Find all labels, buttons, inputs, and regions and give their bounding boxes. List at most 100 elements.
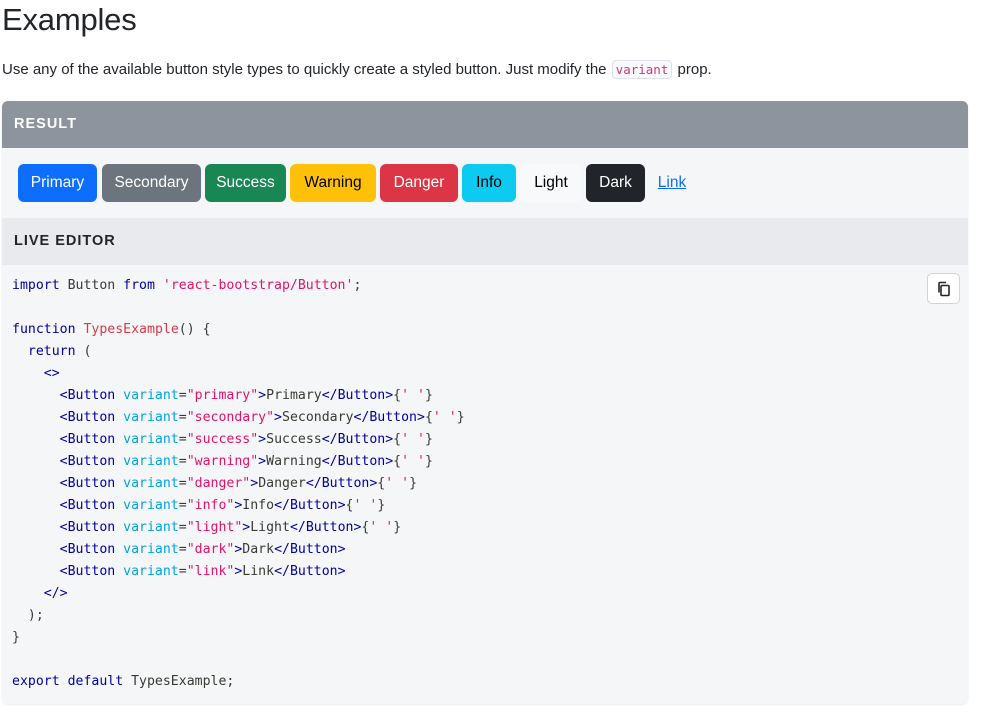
code-line: <Button variant="secondary">Secondary</B… <box>12 407 465 429</box>
code-token: = <box>178 432 187 447</box>
warning-button[interactable]: Warning <box>290 164 376 202</box>
code-token: } <box>12 630 20 645</box>
code-token: > <box>274 410 282 425</box>
code-token: <> <box>43 366 60 381</box>
page-title: Examples <box>2 2 137 37</box>
code-line: <> <box>12 363 465 385</box>
code-token: = <box>178 520 187 535</box>
code-token: } <box>393 520 402 535</box>
code-token: </Button> <box>321 454 394 469</box>
code-editor[interactable]: import Button from 'react-bootstrap/Butt… <box>12 275 465 693</box>
code-token: <Button <box>59 410 116 425</box>
code-token: <Button <box>59 476 116 491</box>
code-token: <Button <box>59 542 116 557</box>
code-token: variant <box>123 520 179 535</box>
code-token: "success" <box>186 432 259 447</box>
code-token: from <box>123 278 155 293</box>
code-line: <Button variant="dark">Dark</Button> <box>12 539 465 561</box>
code-token: TypesExample <box>123 674 227 689</box>
code-line: </> <box>12 583 465 605</box>
code-token: <Button <box>59 454 116 469</box>
code-token: ' ' <box>432 410 457 425</box>
code-token: { <box>393 388 402 403</box>
code-token: } <box>377 498 386 513</box>
code-line: ); <box>12 605 465 627</box>
code-token: = <box>178 498 187 513</box>
code-line: <Button variant="warning">Warning</Butto… <box>12 451 465 473</box>
code-token: > <box>258 454 267 469</box>
live-editor[interactable]: import Button from 'react-bootstrap/Butt… <box>2 265 968 704</box>
code-line: <Button variant="danger">Danger</Button>… <box>12 473 465 495</box>
code-token: Warning <box>266 454 322 469</box>
light-button[interactable]: Light <box>520 164 582 202</box>
code-token: "danger" <box>186 476 251 491</box>
intro-text: Use any of the available button style ty… <box>2 60 712 80</box>
code-token: </Button> <box>321 432 394 447</box>
code-token: Secondary <box>282 410 354 425</box>
code-token: variant <box>123 410 179 425</box>
info-button[interactable]: Info <box>462 164 516 202</box>
code-token: = <box>178 388 187 403</box>
code-token: } <box>456 410 465 425</box>
code-token: variant <box>123 454 179 469</box>
code-token: variant <box>123 388 179 403</box>
danger-button[interactable]: Danger <box>380 164 458 202</box>
code-line: import Button from 'react-bootstrap/Butt… <box>12 275 465 297</box>
code-token: variant <box>123 476 179 491</box>
code-token: ; <box>353 278 362 293</box>
code-token: "secondary" <box>186 410 275 425</box>
code-token: Primary <box>266 388 322 403</box>
code-line: <Button variant="info">Info</Button>{' '… <box>12 495 465 517</box>
code-token: </> <box>43 586 68 601</box>
code-line: export default TypesExample; <box>12 671 465 693</box>
code-token: "link" <box>186 564 235 579</box>
code-token: </Button> <box>305 476 378 491</box>
code-token: "warning" <box>186 454 259 469</box>
result-header: RESULT <box>2 101 968 148</box>
secondary-button[interactable]: Secondary <box>102 164 201 202</box>
code-token: default <box>67 674 124 689</box>
live-editor-header: LIVE EDITOR <box>2 218 968 265</box>
copy-icon <box>936 281 952 297</box>
code-token: variant <box>123 564 179 579</box>
code-token: </Button> <box>353 410 425 425</box>
code-token: () { <box>178 322 211 337</box>
copy-button[interactable] <box>927 273 960 304</box>
code-token: </Button> <box>274 564 346 579</box>
code-token: </Button> <box>321 388 394 403</box>
code-token: } <box>424 454 433 469</box>
code-token: = <box>178 564 187 579</box>
link-button[interactable]: Link <box>649 164 695 202</box>
code-token: } <box>409 476 418 491</box>
code-token: import <box>12 278 60 293</box>
code-token: } <box>424 432 433 447</box>
code-token: > <box>258 388 267 403</box>
code-token: <Button <box>59 388 116 403</box>
code-token: ; <box>226 674 235 689</box>
primary-button[interactable]: Primary <box>18 164 97 202</box>
code-token: "primary" <box>186 388 259 403</box>
code-token: return <box>27 344 76 359</box>
dark-button[interactable]: Dark <box>586 164 645 202</box>
code-token: "light" <box>186 520 243 535</box>
code-token: ' ' <box>385 476 410 491</box>
success-button[interactable]: Success <box>205 164 286 202</box>
code-token: Button <box>59 278 124 293</box>
code-token: </Button> <box>274 542 346 557</box>
code-token: > <box>250 476 259 491</box>
code-line: <Button variant="light">Light</Button>{'… <box>12 517 465 539</box>
code-token: Link <box>242 564 275 579</box>
code-line: return ( <box>12 341 465 363</box>
